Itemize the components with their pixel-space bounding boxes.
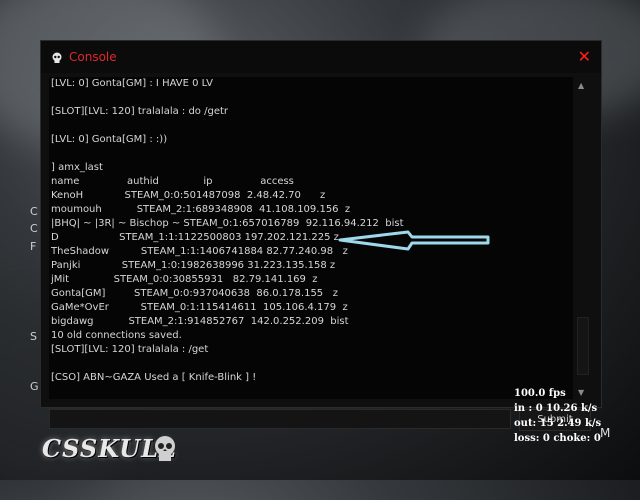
console-log-line: KenoH STEAM_0:0:501487098 2.48.42.70 z [51,190,326,201]
scrollbar-thumb[interactable] [577,317,589,375]
background-menu-letter: C [30,222,38,235]
background-menu-letter: S [30,330,37,343]
console-scrollbar[interactable]: ▲ ▼ [575,77,589,399]
console-log-line [51,357,404,371]
console-log-line [51,119,404,133]
console-log-line: moumouh STEAM_2:1:689348908 41.108.109.1… [51,204,351,215]
console-log-line: TheShadow STEAM_1:1:1406741884 82.77.240… [51,246,348,257]
console-log-line: D STEAM_1:1:1122500803 197.202.121.225 z [51,232,339,243]
console-log-lines: [LVL: 0] Gonta[GM] : I HAVE 0 LV [SLOT][L… [51,77,404,385]
outgoing-readout: out: 15 2.49 k/s [514,418,602,429]
console-log-line [51,91,404,105]
console-log-line: |BHQ| ~ |3R| ~ Bischop ~ STEAM_0:1:65701… [51,218,404,229]
console-log-line: bigdawg STEAM_2:1:914852767 142.0.252.20… [51,316,349,327]
background-corner-letter: M [600,426,611,440]
console-log-line: [CSO] ABN~GAZA Used a [ Knife-Blink ] ! [51,372,257,383]
background-menu-letter: C [30,205,38,218]
console-title: Console [69,50,117,64]
skull-icon [52,52,62,63]
console-log: [LVL: 0] Gonta[GM] : I HAVE 0 LV [SLOT][L… [49,77,573,399]
console-log-line: [SLOT][LVL: 120] tralalala : do /getr [51,106,228,117]
console-log-line: ] amx_last [51,162,103,173]
console-log-line [51,147,404,161]
incoming-readout: in : 0 10.26 k/s [514,403,598,414]
net-stats: 100.0 fps in : 0 10.26 k/s out: 15 2.49 … [514,386,601,446]
console-window: Console ✕ [LVL: 0] Gonta[GM] : I HAVE 0 … [40,40,602,431]
console-titlebar[interactable]: Console ✕ [41,41,601,73]
console-log-line: [SLOT][LVL: 120] tralalala : /get [51,344,209,355]
console-command-input[interactable] [49,409,511,429]
console-log-line: Panjki STEAM_1:0:1982638996 31.223.135.1… [51,260,336,271]
console-log-line: jMit STEAM_0:0:30855931 82.79.141.169 z [51,274,318,285]
console-log-line: 10 old connections saved. [51,330,182,341]
logo-skull-icon [155,436,175,461]
fps-readout: 100.0 fps [514,388,566,399]
console-log-line: Gonta[GM] STEAM_0:0:937040638 86.0.178.1… [51,288,338,299]
close-icon[interactable]: ✕ [578,49,591,65]
background-menu-letter: G [30,380,39,393]
console-log-line: name authid ip access [51,176,294,187]
scroll-up-arrow-icon[interactable]: ▲ [578,81,584,90]
console-log-line: [LVL: 0] Gonta[GM] : :)) [51,134,168,145]
background-menu-letter: F [30,240,37,253]
console-log-line: GaMe*OvEr STEAM_0:1:115414611 105.106.4.… [51,302,348,313]
loss-choke-readout: loss: 0 choke: 0 [514,433,601,444]
console-log-line: [LVL: 0] Gonta[GM] : I HAVE 0 LV [51,78,213,89]
